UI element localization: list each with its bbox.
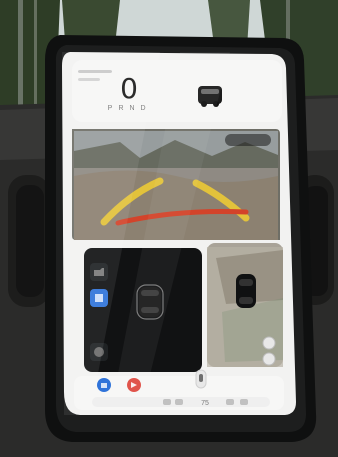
phone-icon <box>101 383 107 388</box>
climate-icon-3 <box>226 399 234 405</box>
photo-scene: 0 P R N D 75 <box>0 0 338 457</box>
scene-svg: 0 P R N D 75 <box>0 0 338 457</box>
climate-icon-2 <box>175 399 183 405</box>
tree-trunk-2 <box>34 0 37 115</box>
round-button-2[interactable] <box>262 352 276 366</box>
climate-icon-4 <box>240 399 248 405</box>
climate-icon-1 <box>163 399 171 405</box>
air-vent-left-inner <box>16 185 44 297</box>
tree-trunk-1 <box>18 0 23 115</box>
round-button-1[interactable] <box>262 336 276 350</box>
temperature-label: 75 <box>201 400 209 407</box>
mic-button[interactable] <box>195 369 207 389</box>
mic-icon <box>199 374 203 382</box>
